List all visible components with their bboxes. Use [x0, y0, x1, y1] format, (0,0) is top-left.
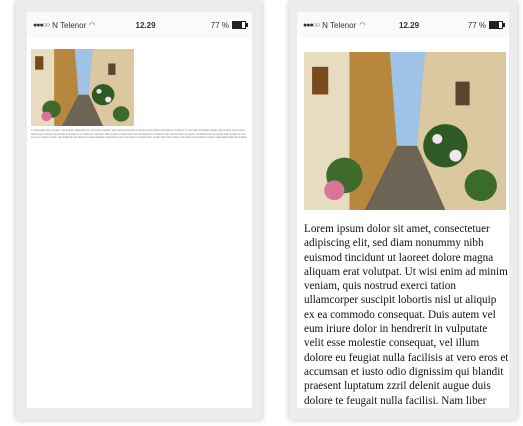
carrier-label: N Telenor — [52, 20, 87, 30]
battery: 77 % — [210, 20, 248, 30]
battery-percent: 77 % — [210, 20, 229, 30]
screen: ●●●○○ N Telenor ◠ 12.29 77 % Lorem ipsum… — [297, 12, 509, 408]
clock: 12.29 — [398, 20, 420, 30]
battery-icon — [232, 21, 248, 29]
signal-icon: ●●●○○ — [33, 21, 50, 29]
wifi-icon: ◠ — [89, 22, 96, 29]
carrier-label: N Telenor — [322, 20, 357, 30]
status-bar: ●●●○○ N Telenor ◠ 12.29 77 % — [27, 12, 252, 38]
battery: 77 % — [467, 20, 505, 30]
battery-icon — [489, 21, 505, 29]
signal-icon: ●●●○○ — [303, 21, 320, 29]
status-bar: ●●●○○ N Telenor ◠ 12.29 77 % — [297, 12, 509, 38]
screen: ●●●○○ N Telenor ◠ 12.29 77 % Lorem ipsum… — [27, 12, 252, 408]
wifi-icon: ◠ — [359, 22, 366, 29]
street-photo — [304, 52, 506, 210]
article-text: Lorem ipsum dolor sit amet, consectetuer… — [31, 129, 247, 140]
phone-scaled: ●●●○○ N Telenor ◠ 12.29 77 % Lorem ipsum… — [289, 0, 517, 420]
phone-unscaled: ●●●○○ N Telenor ◠ 12.29 77 % Lorem ipsum… — [16, 0, 262, 420]
article-text: Lorem ipsum dolor sit amet, consectetuer… — [304, 223, 509, 407]
street-photo — [31, 49, 134, 126]
battery-percent: 77 % — [467, 20, 486, 30]
clock: 12.29 — [135, 20, 156, 30]
